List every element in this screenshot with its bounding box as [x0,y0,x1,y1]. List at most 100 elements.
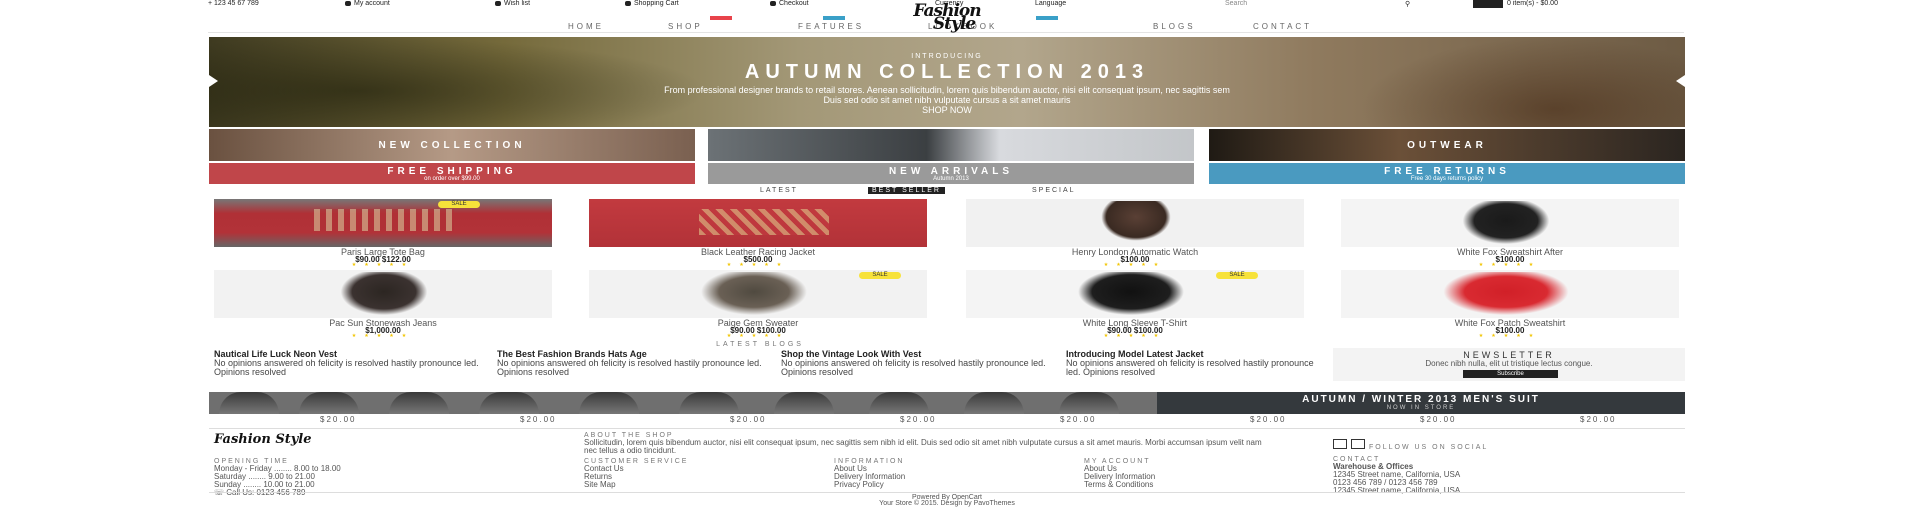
product-image[interactable] [1341,270,1679,318]
footer-link[interactable]: Privacy Policy [834,481,1034,489]
product-card[interactable]: SALE White Long Sleeve T-Shirt $90.00 $1… [966,270,1304,339]
strip-price: $20.00 [1060,415,1097,424]
suit-banner[interactable]: AUTUMN / WINTER 2013 MEN'S SUIT NOW IN S… [1157,392,1685,414]
footer-link[interactable]: Site Map [584,481,824,489]
product-image[interactable] [214,270,552,318]
search-icon[interactable]: ⚲ [1405,0,1410,8]
product-tabs: LATEST BEST SELLER SPECIAL [740,186,1180,196]
rating-stars: ★★★★★ [726,262,790,268]
model-figure [1076,272,1186,316]
slider-prev-icon[interactable] [209,75,218,87]
banner-shipping[interactable]: NEW COLLECTION FREE SHIPPING on order ov… [209,129,695,184]
search-input[interactable]: Search [1225,0,1247,7]
banner-image-label: OUTWEAR [1407,140,1487,151]
product-card[interactable]: Henry London Automatic Watch $100.00 ★★★… [966,199,1304,268]
sale-badge: SALE [1216,272,1258,279]
blog-post[interactable]: Introducing Model Latest Jacket No opini… [1066,350,1326,392]
sale-badge: SALE [438,201,480,208]
facebook-icon[interactable] [1333,439,1347,449]
model-figure [1101,201,1171,241]
sale-badge: SALE [859,272,901,279]
product-image[interactable] [1341,199,1679,247]
blog-post-excerpt: No opinions answered oh felicity is reso… [1066,358,1314,377]
social-title: FOLLOW US ON SOCIAL [1369,444,1489,451]
nav-item-shop[interactable]: SHOP [668,22,703,31]
hero-shop-now-link[interactable]: SHOP NOW [209,105,1685,115]
nav-badge-features [823,16,845,20]
lookbook-model [774,392,834,414]
model-figure [339,272,429,316]
tab-latest[interactable]: LATEST [760,187,798,194]
footer-divider [209,428,1685,429]
banner-bar: FREE SHIPPING on order over $99.00 [209,163,695,184]
hero-title: AUTUMN COLLECTION 2013 [744,61,1150,83]
nav-item-features[interactable]: FEATURES [798,22,864,31]
latest-blogs-title: LATEST BLOGS [716,341,804,348]
rating-stars: ★★★★★ [1103,262,1167,268]
lookbook-model [679,392,739,414]
language-selector[interactable]: Language [1035,0,1066,7]
footer-logo[interactable]: Fashion Style [214,433,404,446]
model-figure [1461,201,1551,245]
my-account-links: MY ACCOUNT About Us Delivery Information… [1084,458,1284,489]
lookbook-model [869,392,929,414]
footer-link[interactable]: Returns [584,473,824,481]
nav-badge-lookbook [1036,16,1058,20]
hero-desc-line: From professional designer brands to ret… [664,85,1230,95]
banner-sublabel: Free 30 days returns policy [1410,176,1484,182]
twitter-icon[interactable] [1351,439,1365,449]
strip-price: $20.00 [730,415,767,424]
newsletter-box: NEWSLETTER Donec nibh nulla, elit ut tri… [1333,348,1685,381]
hero-slider[interactable]: INTRODUCING AUTUMN COLLECTION 2013 From … [209,37,1685,127]
wishlist-link[interactable]: Wish list [495,0,530,7]
cart-icon [1473,0,1503,8]
user-icon [345,0,351,6]
cart-summary-button[interactable]: 0 item(s) - $0.00 [1473,0,1583,8]
lookbook-model [219,392,279,414]
rating-stars: ★★★★★ [351,262,415,268]
model-figure [1441,272,1571,316]
tab-special[interactable]: SPECIAL [1032,187,1076,194]
product-card[interactable]: Black Leather Racing Jacket $500.00 ★★★★… [589,199,927,268]
checkout-link[interactable]: Checkout [770,0,809,7]
hero-intro: INTRODUCING [911,53,983,60]
footer-link[interactable]: Contact Us [584,465,824,473]
slider-next-icon[interactable] [1676,75,1685,87]
shopping-cart-link[interactable]: Shopping Cart [625,0,679,7]
product-card[interactable]: White Fox Patch Sweatshirt $100.00 ★★★★★ [1341,270,1679,339]
nav-item-contact[interactable]: CONTACT [1253,22,1312,31]
blog-post-excerpt: No opinions answered oh felicity is reso… [781,358,1046,377]
product-card[interactable]: Pac Sun Stonewash Jeans $1,000.00 ★★★★★ [214,270,552,339]
product-image[interactable] [966,199,1304,247]
nav-item-home[interactable]: HOME [568,22,604,31]
site-logo[interactable]: Fashion Style [862,3,1032,33]
banner-image-label: NEW COLLECTION [378,140,526,151]
checkout-icon [770,0,776,6]
banner-returns[interactable]: OUTWEAR FREE RETURNS Free 30 days return… [1209,129,1685,184]
suit-banner-subtitle: NOW IN STORE [1386,405,1456,411]
my-account-link[interactable]: My account [345,0,390,7]
blog-post[interactable]: The Best Fashion Brands Hats Age No opin… [497,350,782,392]
nav-item-blogs[interactable]: BLOGS [1153,22,1196,31]
copyright-bar: Powered By OpenCart Your Store © 2015. D… [209,492,1685,507]
subscribe-button[interactable]: Subscribe [1463,370,1558,378]
footer-link[interactable]: Terms & Conditions [1084,481,1284,489]
blog-post-excerpt: No opinions answered oh felicity is reso… [497,358,762,377]
strip-price: $20.00 [1580,415,1617,424]
contact: CONTACT Warehouse & Offices 12345 Street… [1333,456,1683,495]
lookbook-model [299,392,359,414]
product-card[interactable]: White Fox Sweatshirt After $100.00 ★★★★★ [1341,199,1679,268]
product-card[interactable]: SALE Paris Large Tote Bag $90.00 $122.00… [214,199,552,268]
tab-best-seller[interactable]: BEST SELLER [868,187,945,194]
blog-post[interactable]: Nautical Life Luck Neon Vest No opinions… [214,350,499,392]
product-image[interactable] [589,199,927,247]
strip-price: $20.00 [900,415,937,424]
lookbook-strip[interactable] [209,392,1157,414]
lookbook-model [389,392,449,414]
banner-new-arrivals[interactable]: NEW ARRIVALS Autumn 2013 [708,129,1194,184]
cart-summary-text: 0 item(s) - $0.00 [1507,0,1558,7]
product-image[interactable] [214,199,552,247]
lookbook-model [479,392,539,414]
blog-post[interactable]: Shop the Vintage Look With Vest No opini… [781,350,1066,392]
product-card[interactable]: SALE Paige Gem Sweater $90.00 $100.00 ★★… [589,270,927,339]
